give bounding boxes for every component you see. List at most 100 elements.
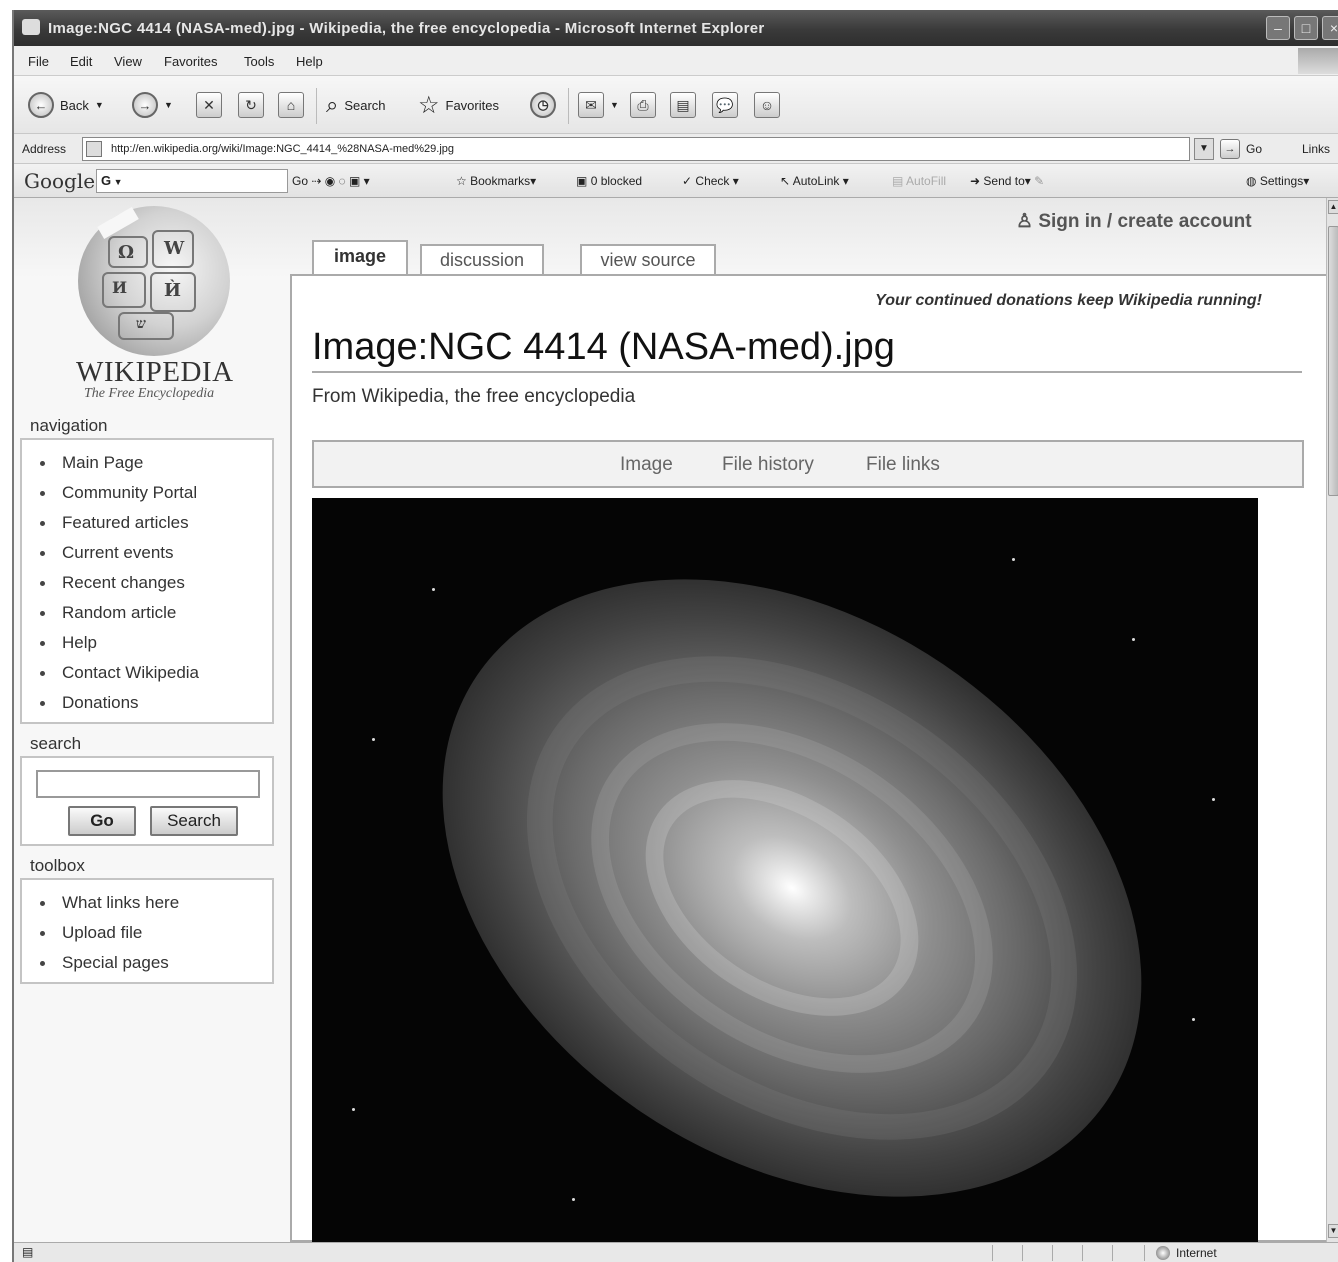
scroll-thumb[interactable] <box>1328 226 1338 496</box>
toolbox-upload-file[interactable]: Upload file <box>36 918 272 948</box>
windows-flag-icon <box>1298 48 1338 74</box>
refresh-icon: ↻ <box>238 92 264 118</box>
tab-discussion[interactable]: discussion <box>420 244 544 276</box>
spellcheck-button[interactable]: ✓ Check ▾ <box>682 174 739 188</box>
autofill-icon: ▤ <box>892 174 904 188</box>
menu-favorites[interactable]: Favorites <box>164 54 217 69</box>
favorites-button[interactable]: ☆ Favorites <box>418 90 499 120</box>
user-icon: ♙ <box>1016 211 1034 232</box>
nav-recent-changes[interactable]: Recent changes <box>36 568 272 598</box>
menu-file[interactable]: File <box>28 54 49 69</box>
nav-community-portal[interactable]: Community Portal <box>36 478 272 508</box>
close-button[interactable]: × <box>1322 16 1338 40</box>
google-logo[interactable]: Google <box>24 169 95 193</box>
links-button[interactable]: Links <box>1302 142 1330 156</box>
google-settings-button[interactable]: ◍ Settings▾ <box>1246 174 1309 188</box>
nav-current-events[interactable]: Current events <box>36 538 272 568</box>
forward-arrow-icon: → <box>132 92 158 118</box>
menu-edit[interactable]: Edit <box>70 54 92 69</box>
home-icon: ⌂ <box>278 92 304 118</box>
nav-contact-wikipedia[interactable]: Contact Wikipedia <box>36 658 272 688</box>
back-label: Back <box>60 97 89 113</box>
spellcheck-icon: ✓ <box>682 174 693 188</box>
sendto-button[interactable]: ➜ Send to▾ ✎ <box>970 174 1044 188</box>
wiki-go-button[interactable]: Go <box>68 806 136 836</box>
address-bar: Address http://en.wikipedia.org/wiki/Ima… <box>14 134 1338 164</box>
sendto-label: Send to <box>983 174 1025 188</box>
home-button[interactable]: ⌂ <box>278 90 304 120</box>
navigation-heading: navigation <box>30 416 108 435</box>
bookmark-star-icon: ☆ <box>456 174 467 188</box>
address-go-button[interactable]: → Go <box>1220 139 1262 159</box>
popup-blocker-button[interactable]: ▣ 0 blocked <box>576 174 642 188</box>
autolink-button[interactable]: ↖ AutoLink ▾ <box>780 174 849 188</box>
wikipedia-wordmark: WIKIPEDIA <box>76 356 234 388</box>
discuss-button[interactable]: 💬 <box>712 90 738 120</box>
minimize-button[interactable]: – <box>1266 16 1290 40</box>
back-dropdown-icon[interactable]: ▼ <box>95 100 104 110</box>
google-go-label: Go <box>292 174 309 188</box>
navigation-portlet: Main Page Community Portal Featured arti… <box>20 438 274 724</box>
file-toc: Image File history File links <box>312 440 1304 488</box>
edit-button[interactable]: ▤ <box>670 90 696 120</box>
history-button[interactable]: ◷ <box>530 90 556 120</box>
maximize-button[interactable]: □ <box>1294 16 1318 40</box>
status-bar: ▤ Internet <box>14 1242 1338 1262</box>
sign-in-label: Sign in / create account <box>1038 211 1252 232</box>
refresh-button[interactable]: ↻ <box>238 90 264 120</box>
messenger-button[interactable]: ☺ <box>754 90 780 120</box>
toolbar-separator <box>316 88 317 124</box>
toolbox-what-links-here[interactable]: What links here <box>36 888 272 918</box>
search-button[interactable]: ⌕ Search <box>326 90 386 120</box>
wiki-search-button[interactable]: Search <box>150 806 238 836</box>
menu-help[interactable]: Help <box>296 54 323 69</box>
nav-random-article[interactable]: Random article <box>36 598 272 628</box>
galaxy-image[interactable] <box>312 498 1258 1242</box>
tab-image[interactable]: image <box>312 240 408 276</box>
nav-help[interactable]: Help <box>36 628 272 658</box>
menu-tools[interactable]: Tools <box>244 54 274 69</box>
toolbar-separator <box>568 88 569 124</box>
vertical-scrollbar[interactable]: ▲ ▼ <box>1326 198 1338 1242</box>
scroll-down-icon[interactable]: ▼ <box>1328 1224 1338 1238</box>
stop-button[interactable]: ✕ <box>196 90 222 120</box>
filetoc-file-links-link[interactable]: File links <box>866 454 940 476</box>
toolbox-portlet: What links here Upload file Special page… <box>20 878 274 984</box>
google-toolbar: Google G ▼ Go ⇢ ◉ ◌ ▣ ▾ ☆ Bookmarks▾ ▣ 0… <box>14 164 1338 198</box>
standard-toolbar: ← Back ▼ → ▼ ✕ ↻ ⌂ ⌕ Search ☆ Favorites … <box>14 76 1338 134</box>
site-subtitle: From Wikipedia, the free encyclopedia <box>312 386 636 407</box>
settings-label: Settings <box>1259 174 1304 188</box>
nav-donations[interactable]: Donations <box>36 688 272 718</box>
address-input[interactable]: http://en.wikipedia.org/wiki/Image:NGC_4… <box>82 137 1190 161</box>
forward-button[interactable]: → ▼ <box>132 90 173 120</box>
sign-in-link[interactable]: ♙ Sign in / create account <box>1016 210 1252 233</box>
mail-dropdown-icon[interactable]: ▼ <box>610 100 619 110</box>
filetoc-image-link[interactable]: Image <box>620 454 673 476</box>
toolbox-heading: toolbox <box>30 856 85 875</box>
wiki-search-input[interactable] <box>36 770 260 798</box>
nav-main-page[interactable]: Main Page <box>36 448 272 478</box>
address-dropdown-icon[interactable]: ▼ <box>1194 138 1214 160</box>
check-label: Check <box>695 174 730 188</box>
filetoc-file-history-link[interactable]: File history <box>722 454 814 476</box>
favorites-label: Favorites <box>445 97 499 113</box>
menu-view[interactable]: View <box>114 54 142 69</box>
google-search-input[interactable]: G ▼ <box>96 169 288 193</box>
scroll-up-icon[interactable]: ▲ <box>1328 200 1338 214</box>
search-label: Search <box>344 97 386 113</box>
mail-button[interactable]: ✉ ▼ <box>578 90 619 120</box>
autolink-label: AutoLink <box>792 174 840 188</box>
bookmarks-button[interactable]: ☆ Bookmarks▾ <box>456 174 536 188</box>
google-go-button[interactable]: Go ⇢ ◉ ◌ ▣ ▾ <box>292 174 370 188</box>
back-arrow-icon: ← <box>28 92 54 118</box>
wikipedia-logo[interactable]: Ω W И Ѝ ש WIKIPEDIA The Free Encyclopedi… <box>76 206 233 402</box>
site-notice: Your continued donations keep Wikipedia … <box>875 292 1262 309</box>
autofill-button[interactable]: ▤ AutoFill <box>892 174 946 188</box>
nav-featured-articles[interactable]: Featured articles <box>36 508 272 538</box>
toolbox-special-pages[interactable]: Special pages <box>36 948 272 978</box>
back-button[interactable]: ← Back ▼ <box>28 90 104 120</box>
tab-view-source[interactable]: view source <box>580 244 716 276</box>
print-button[interactable]: ⎙ <box>630 90 656 120</box>
sendto-icon: ➜ <box>970 174 981 188</box>
forward-dropdown-icon[interactable]: ▼ <box>164 100 173 110</box>
